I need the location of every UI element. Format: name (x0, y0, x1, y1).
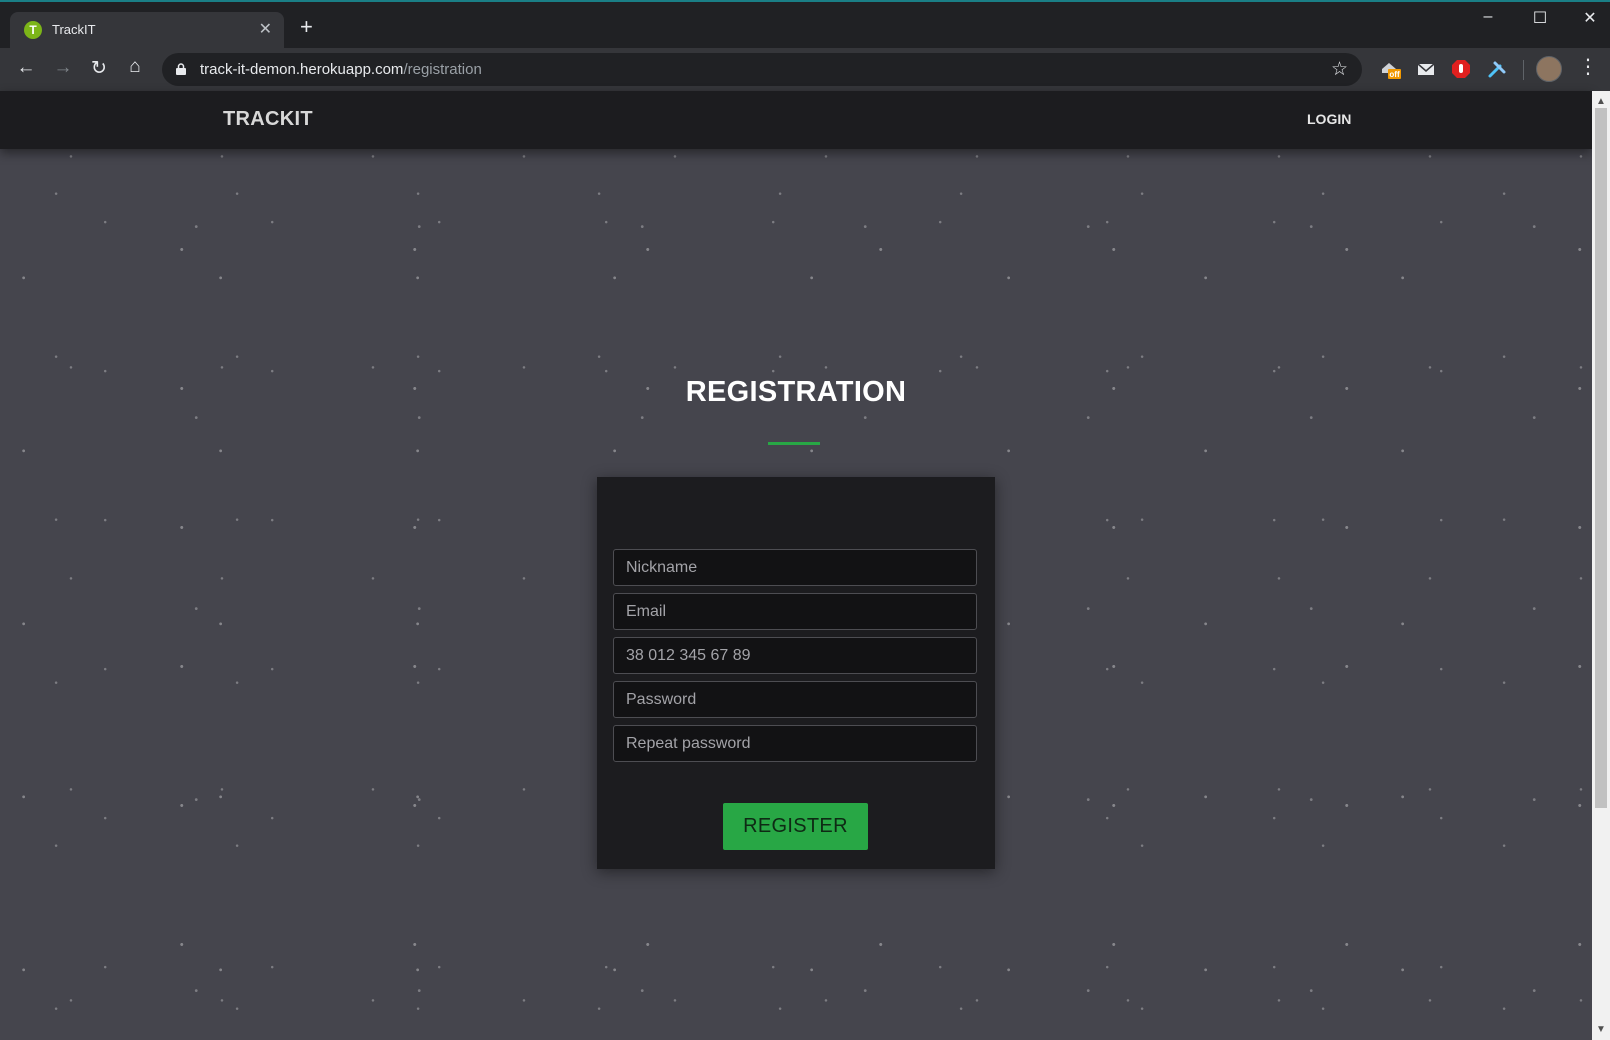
home-icon[interactable]: ⌂ (122, 56, 148, 78)
back-icon[interactable]: ← (13, 57, 39, 79)
adblock-hand-icon[interactable] (1450, 58, 1472, 80)
title-underline (768, 442, 820, 445)
tab-favicon-icon: T (24, 21, 42, 39)
password-field[interactable] (613, 681, 977, 718)
browser-toolbar: ← → ↻ ⌂ track-it-demon.herokuapp.com/reg… (0, 48, 1610, 91)
scroll-down-arrow-icon[interactable]: ▼ (1596, 1024, 1606, 1035)
phone-field[interactable] (613, 637, 977, 674)
mail-extension-icon[interactable] (1415, 58, 1437, 80)
reload-icon[interactable]: ↻ (86, 57, 112, 80)
window-accent-line (0, 0, 1610, 2)
browser-menu-icon[interactable]: ⋮ (1578, 56, 1598, 78)
email-field[interactable] (613, 593, 977, 630)
page-scrollbar[interactable]: ▲ ▼ (1592, 91, 1610, 1040)
tab-close-icon[interactable]: ✕ (259, 19, 272, 39)
register-button[interactable]: REGISTER (723, 803, 868, 850)
extension-off-icon[interactable]: off (1379, 58, 1401, 80)
minimize-icon[interactable]: – (1473, 8, 1503, 26)
new-tab-icon[interactable]: + (300, 16, 313, 38)
maximize-icon[interactable]: ☐ (1525, 8, 1555, 28)
site-header: TRACKIT LOGIN (0, 91, 1592, 149)
site-logo[interactable]: TRACKIT (223, 108, 313, 131)
url-host: track-it-demon.herokuapp.com (200, 61, 404, 78)
tab-title: TrackIT (52, 22, 96, 37)
page-viewport: TRACKIT LOGIN REGISTRATION REGISTER (0, 91, 1592, 1040)
extension-badge-text: off (1389, 70, 1400, 79)
nickname-field[interactable] (613, 549, 977, 586)
page-title: REGISTRATION (685, 376, 907, 408)
close-window-icon[interactable]: ✕ (1575, 8, 1605, 28)
scroll-up-arrow-icon[interactable]: ▲ (1596, 96, 1606, 107)
forward-icon[interactable]: → (50, 57, 76, 79)
bookmark-star-icon[interactable]: ☆ (1331, 58, 1348, 81)
registration-form: REGISTER (597, 477, 995, 869)
lock-icon (176, 63, 186, 75)
browser-tab[interactable]: T TrackIT ✕ (10, 12, 284, 48)
login-link[interactable]: LOGIN (1307, 111, 1351, 127)
scrollbar-thumb[interactable] (1595, 108, 1607, 808)
browser-chrome: T TrackIT ✕ + – ☐ ✕ ← → ↻ ⌂ track-it-dem… (0, 0, 1610, 91)
url-path: /registration (403, 61, 482, 78)
repeat-password-field[interactable] (613, 725, 977, 762)
devtools-extension-icon[interactable] (1486, 58, 1508, 80)
address-bar[interactable]: track-it-demon.herokuapp.com/registratio… (162, 53, 1362, 86)
url-text: track-it-demon.herokuapp.com/registratio… (200, 61, 482, 78)
toolbar-separator (1523, 60, 1524, 80)
profile-avatar[interactable] (1536, 56, 1562, 82)
